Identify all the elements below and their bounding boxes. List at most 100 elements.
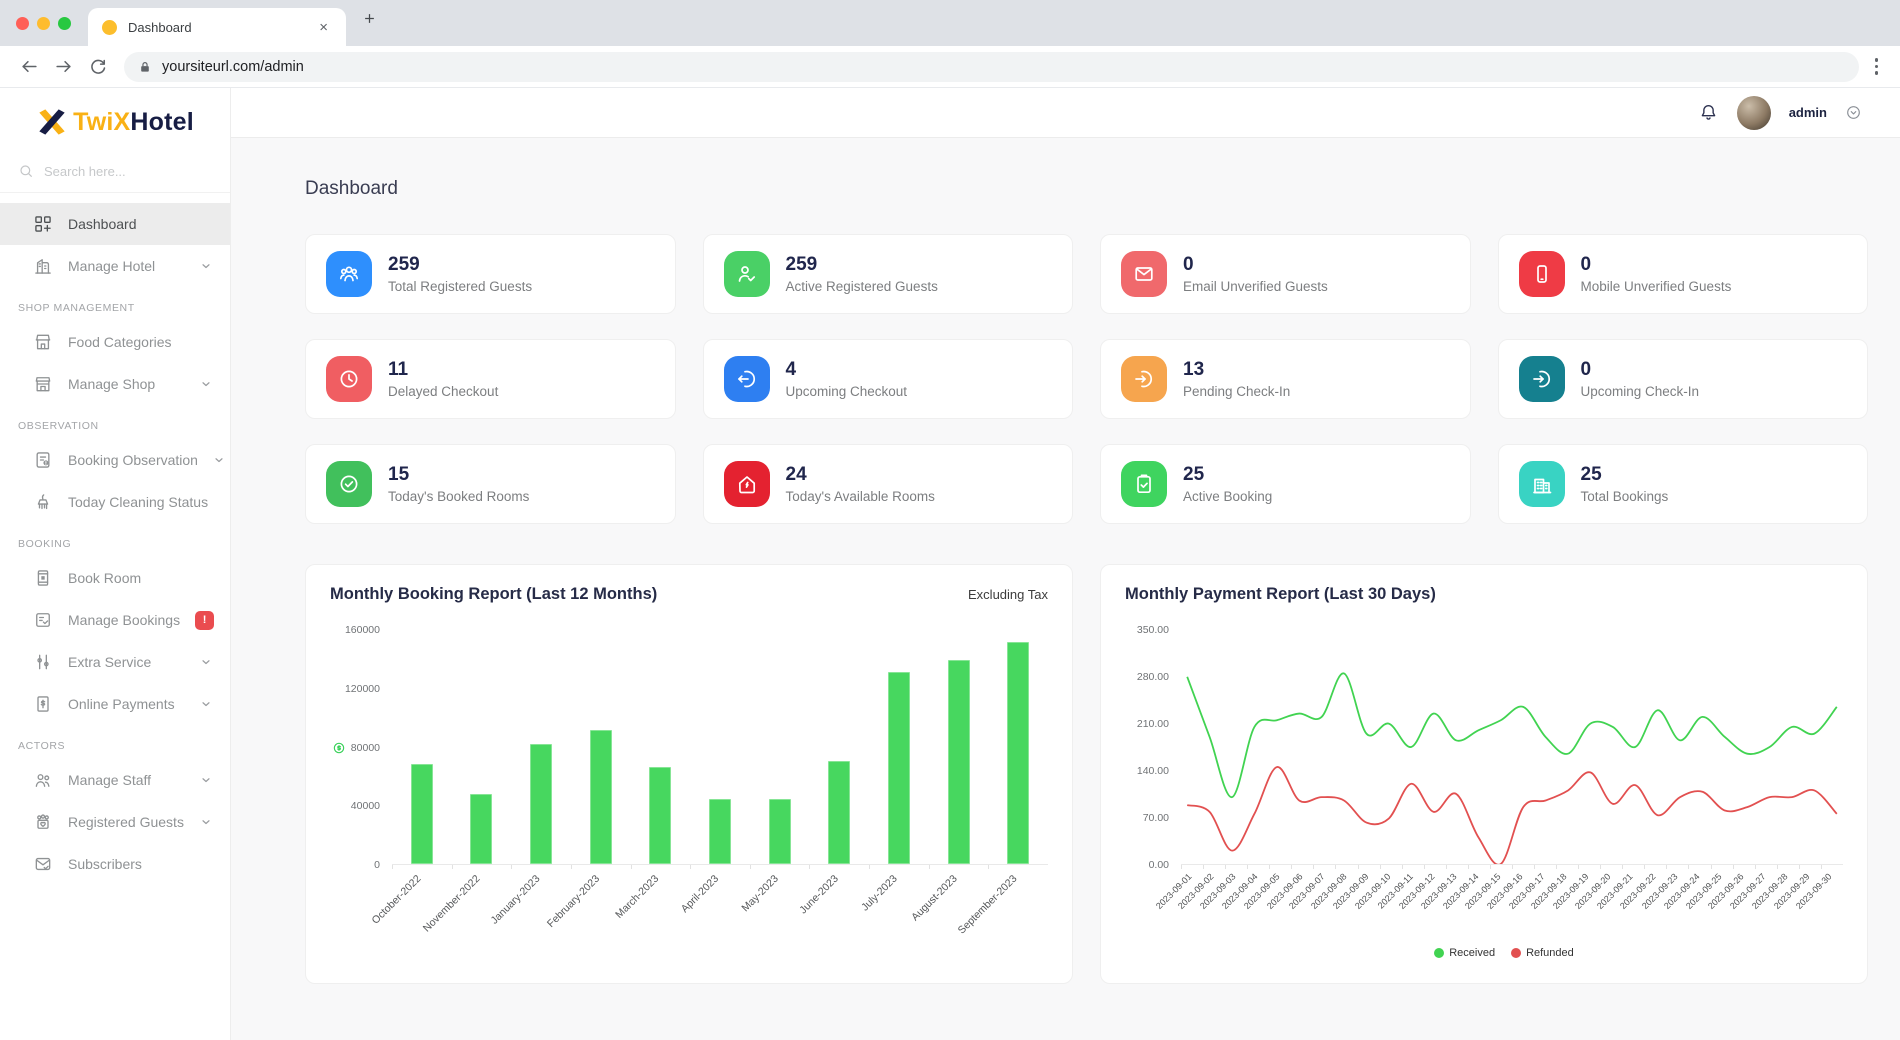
sidebar-item-extra-service[interactable]: Extra Service <box>0 641 230 683</box>
stat-label: Email Unverified Guests <box>1183 279 1328 294</box>
stat-card-active-registered-guests: 259Active Registered Guests <box>703 234 1074 314</box>
checkout-tile <box>724 356 770 402</box>
users-tile <box>326 251 372 297</box>
stat-value: 0 <box>1581 359 1700 382</box>
sidebar-item-manage-bookings[interactable]: Manage Bookings! <box>0 599 230 641</box>
legend-item-refunded: Refunded <box>1511 947 1574 959</box>
window-controls[interactable] <box>16 17 71 30</box>
forward-button[interactable] <box>50 54 76 80</box>
minimize-window-icon[interactable] <box>37 17 50 30</box>
notifications-bell-icon[interactable] <box>1698 102 1719 123</box>
bar-october-2022 <box>392 630 452 864</box>
checkout-icon <box>735 367 759 391</box>
check-circle-icon <box>337 472 361 496</box>
stat-text: 0Email Unverified Guests <box>1183 254 1328 295</box>
x-tick: March-2023 <box>631 865 691 957</box>
stat-value: 25 <box>1581 464 1669 487</box>
clock-icon <box>337 367 361 391</box>
sidebar-item-subscribers[interactable]: Subscribers <box>0 843 230 885</box>
envelope-icon <box>1132 262 1156 286</box>
legend-dot-icon <box>1434 948 1444 958</box>
avatar[interactable] <box>1737 96 1771 130</box>
stat-text: 15Today's Booked Rooms <box>388 464 529 505</box>
stat-label: Upcoming Checkout <box>786 384 908 399</box>
stat-value: 15 <box>388 464 529 487</box>
stat-label: Total Registered Guests <box>388 279 532 294</box>
extra-service-icon <box>33 652 53 672</box>
sidebar-item-online-payments[interactable]: Online Payments <box>0 683 230 725</box>
stat-card-today-s-booked-rooms: 15Today's Booked Rooms <box>305 444 676 524</box>
sidebar-item-label: Manage Shop <box>68 376 155 392</box>
y-tick-label: 160000 <box>345 624 380 636</box>
stat-label: Today's Available Rooms <box>786 489 935 504</box>
search-icon <box>18 163 34 179</box>
account-dropdown-icon[interactable] <box>1845 104 1862 121</box>
browser-menu-icon[interactable] <box>1869 54 1885 79</box>
building-icon <box>1530 472 1554 496</box>
user-check-tile <box>724 251 770 297</box>
browser-tab-strip: Dashboard × <box>0 0 1900 46</box>
chart-title: Monthly Booking Report (Last 12 Months) <box>330 585 657 604</box>
sidebar-item-label: Manage Bookings <box>68 612 180 628</box>
y-tick-label: 280.00 <box>1137 671 1169 683</box>
users-icon <box>337 262 361 286</box>
maximize-window-icon[interactable] <box>58 17 71 30</box>
new-tab-button[interactable] <box>362 11 377 29</box>
url-text: yoursiteurl.com/admin <box>162 59 304 75</box>
y-tick-label: 210.00 <box>1137 718 1169 730</box>
x-tick: June-2023 <box>809 865 869 957</box>
sidebar-item-book-room[interactable]: Book Room <box>0 557 230 599</box>
chevron-down-icon <box>200 260 212 272</box>
received-line <box>1187 673 1837 797</box>
sidebar-item-registered-guests[interactable]: Registered Guests <box>0 801 230 843</box>
username[interactable]: admin <box>1789 105 1827 120</box>
stats-grid: 259 Total Registered Guests 259Active Regi… <box>305 234 1868 524</box>
chevron-down-icon <box>213 454 225 466</box>
stat-label: Pending Check-In <box>1183 384 1290 399</box>
stat-text: 4Upcoming Checkout <box>786 359 908 400</box>
stat-text: 25Active Booking <box>1183 464 1272 505</box>
user-check-icon <box>735 262 759 286</box>
stat-card-upcoming-checkout: 4Upcoming Checkout <box>703 339 1074 419</box>
browser-tab[interactable]: Dashboard × <box>88 8 346 46</box>
stat-card-mobile-unverified-guests: 0Mobile Unverified Guests <box>1498 234 1869 314</box>
bar-september-2023 <box>988 630 1048 864</box>
logo-text: TwiXHotel <box>73 108 194 137</box>
bar-july-2023 <box>869 630 929 864</box>
observation-icon <box>33 450 53 470</box>
sidebar-item-label: Booking Observation <box>68 452 198 468</box>
sidebar-item-manage-staff[interactable]: Manage Staff <box>0 759 230 801</box>
building-tile <box>1519 461 1565 507</box>
sidebar-item-manage-shop[interactable]: Manage Shop <box>0 363 230 405</box>
stat-text: 259Active Registered Guests <box>786 254 938 295</box>
sidebar-item-today-cleaning-status[interactable]: Today Cleaning Status <box>0 481 230 523</box>
tab-close-icon[interactable]: × <box>315 17 332 38</box>
sidebar-item-booking-observation[interactable]: Booking Observation <box>0 439 230 481</box>
stat-text: 0Upcoming Check-In <box>1581 359 1700 400</box>
bar-may-2023 <box>750 630 810 864</box>
bar-june-2023 <box>809 630 869 864</box>
stat-value: 0 <box>1581 254 1732 277</box>
stat-card-pending-check-in: 13Pending Check-In <box>1100 339 1471 419</box>
booking-report-chart: Monthly Booking Report (Last 12 Months) … <box>305 564 1073 984</box>
chevron-down-icon <box>200 378 212 390</box>
alert-badge: ! <box>195 611 214 630</box>
line-x-axis: 2023-09-012023-09-022023-09-032023-09-04… <box>1181 865 1843 943</box>
chevron-down-icon <box>200 774 212 786</box>
back-button[interactable] <box>16 54 42 80</box>
logo[interactable]: TwiXHotel <box>0 94 230 150</box>
close-window-icon[interactable] <box>16 17 29 30</box>
bar-november-2022 <box>452 630 512 864</box>
sidebar-item-manage-hotel[interactable]: Manage Hotel <box>0 245 230 287</box>
stat-value: 259 <box>786 254 938 277</box>
reload-button[interactable] <box>84 54 110 80</box>
search-input[interactable] <box>44 164 212 179</box>
y-tick-label: 120000 <box>345 683 380 695</box>
address-bar[interactable]: yoursiteurl.com/admin <box>124 52 1859 82</box>
main-area: admin Dashboard 259Total Registered Gues… <box>231 88 1900 1040</box>
sidebar-item-label: Subscribers <box>68 856 142 872</box>
payment-report-chart: Monthly Payment Report (Last 30 Days) 0.… <box>1100 564 1868 984</box>
home-icon <box>735 472 759 496</box>
sidebar-item-dashboard[interactable]: Dashboard <box>0 203 230 245</box>
sidebar-item-food-categories[interactable]: Food Categories <box>0 321 230 363</box>
